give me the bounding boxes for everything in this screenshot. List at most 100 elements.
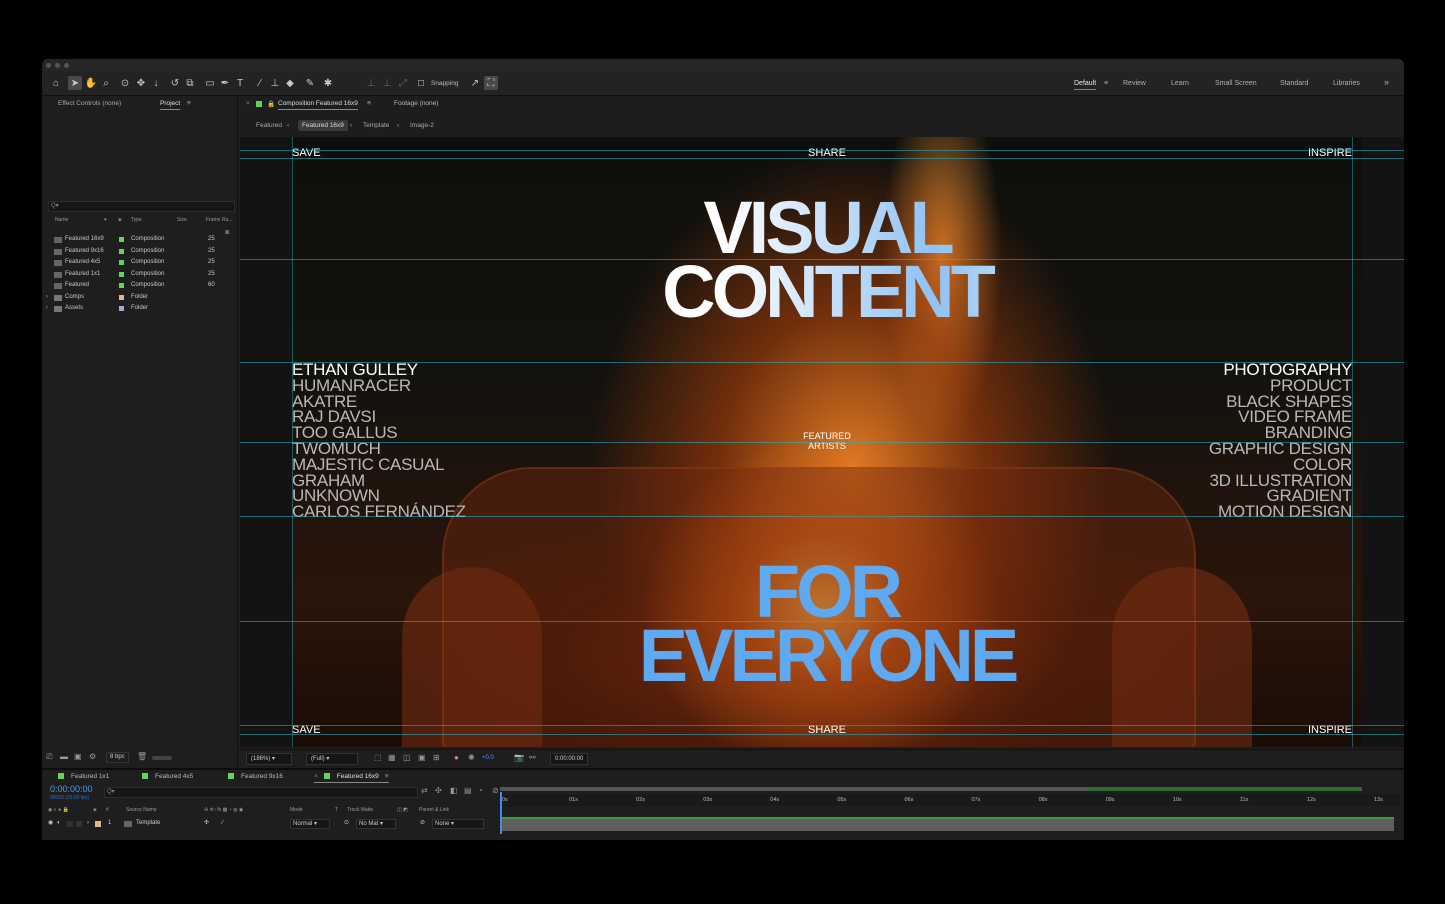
workspace-standard[interactable]: Standard: [1280, 80, 1308, 87]
parent-pickwhip-icon[interactable]: ⊘: [420, 819, 425, 828]
label-color-swatch[interactable]: [119, 306, 124, 311]
work-area-bar[interactable]: [500, 787, 1090, 791]
time-ruler[interactable]: 0s 01s 02s 03s 04s 05s 06s 07s 08s 09s 10s 11s 12s 13…: [500, 794, 1400, 806]
minimize-window-dot[interactable]: [55, 63, 60, 68]
close-tab-icon[interactable]: ×: [314, 773, 318, 780]
guide-line[interactable]: [240, 158, 1404, 159]
sort-icon[interactable]: ▾: [104, 217, 107, 223]
timeline-tab[interactable]: Featured 9x16: [228, 773, 283, 780]
current-time-display[interactable]: 0:00:00:00: [50, 784, 93, 794]
more-workspaces-icon[interactable]: »: [1384, 77, 1389, 87]
column-track-matte[interactable]: Track Matte: [347, 807, 373, 813]
brush-tool-icon[interactable]: ∕: [253, 76, 267, 90]
axis-icon[interactable]: ⤢: [396, 76, 410, 90]
dolly-camera-icon[interactable]: ↓: [149, 76, 163, 90]
align-icon[interactable]: ⊥: [364, 76, 378, 90]
column-source-name[interactable]: Source Name: [126, 807, 157, 813]
eye-icon[interactable]: ◉: [48, 819, 53, 828]
tab-effect-controls[interactable]: Effect Controls (none): [58, 100, 121, 107]
viewer-canvas[interactable]: SAVE SHARE INSPIRE VISUAL CONTENT ETHAN …: [240, 137, 1404, 747]
draft-3d-icon[interactable]: ✣: [435, 786, 442, 795]
project-settings-icon[interactable]: ⚙: [89, 752, 96, 761]
project-item[interactable]: Featured 1x1 Composition 25: [48, 269, 233, 280]
show-snapshot-icon[interactable]: ⚯: [529, 753, 536, 762]
project-item[interactable]: Featured 4x5 Composition 25: [48, 257, 233, 268]
channel-icon[interactable]: ●: [454, 753, 459, 762]
viewer-menu-icon[interactable]: ≡: [367, 100, 371, 107]
new-composition-icon[interactable]: ▣: [74, 752, 82, 761]
label-color-swatch[interactable]: [119, 248, 124, 254]
thumbnail-slider[interactable]: [152, 756, 172, 760]
preserve-transparency-icon[interactable]: ⊙: [344, 819, 349, 828]
breadcrumb-image-2[interactable]: Image-2: [406, 120, 438, 131]
project-item[interactable]: Featured 16x9 Composition 25: [48, 234, 233, 245]
breadcrumb-featured-16x9[interactable]: Featured 16x9: [298, 120, 348, 131]
eraser-tool-icon[interactable]: ◆: [283, 76, 297, 90]
clone-stamp-icon[interactable]: ⊥: [268, 76, 282, 90]
type-tool-icon[interactable]: T: [233, 76, 247, 90]
breadcrumb-template[interactable]: Template: [359, 120, 393, 131]
tab-composition[interactable]: Composition Featured 16x9: [278, 100, 358, 110]
workspace-small-screen[interactable]: Small Screen: [1215, 80, 1257, 87]
blend-mode-select[interactable]: Normal ▾: [290, 819, 330, 829]
project-item[interactable]: › Assets Folder: [46, 303, 233, 314]
solo-toggle[interactable]: [67, 821, 73, 827]
graph-editor-icon[interactable]: ⊘: [492, 786, 499, 795]
label-color-swatch[interactable]: [119, 260, 124, 265]
orbit-camera-icon[interactable]: ⊙: [118, 76, 132, 90]
timeline-tab[interactable]: Featured 1x1: [58, 773, 109, 780]
layer-name[interactable]: Template: [136, 819, 160, 828]
guide-line[interactable]: [240, 150, 1404, 151]
motion-blur-icon[interactable]: ◔: [478, 786, 483, 795]
guide-line[interactable]: [1352, 137, 1353, 747]
zoom-window-dot[interactable]: [64, 63, 69, 68]
guide-line[interactable]: [240, 259, 1404, 260]
exposure-reset-icon[interactable]: ✺: [468, 753, 475, 762]
guide-line[interactable]: [240, 621, 1404, 622]
snap-features-icon[interactable]: ⛶: [484, 76, 498, 90]
workspace-review[interactable]: Review: [1123, 80, 1146, 87]
guide-line[interactable]: [240, 362, 1404, 363]
guide-line[interactable]: [240, 442, 1404, 443]
column-t[interactable]: T: [335, 807, 338, 813]
panel-menu-icon[interactable]: ≡: [385, 773, 389, 780]
snap-edges-icon[interactable]: ↗: [468, 76, 482, 90]
tab-footage[interactable]: Footage (none): [394, 100, 438, 107]
track-matte-select[interactable]: No Mat ▾: [356, 819, 396, 829]
puppet-pin-icon[interactable]: ✱: [321, 76, 335, 90]
column-parent-link[interactable]: Parent & Link: [419, 807, 449, 813]
guide-line[interactable]: [240, 734, 1404, 735]
timeline-tab[interactable]: × Featured 16x9 ≡: [314, 773, 389, 783]
label-color-swatch[interactable]: [119, 283, 124, 288]
label-column-icon[interactable]: ◈: [118, 217, 122, 223]
region-of-interest-icon[interactable]: ⬚: [374, 753, 382, 762]
column-name[interactable]: Name: [55, 217, 68, 223]
new-folder-icon[interactable]: ▬: [60, 752, 68, 761]
timeline-tab[interactable]: Featured 4x5: [142, 773, 193, 780]
project-search-input[interactable]: Q▾: [48, 201, 235, 212]
resolution-select[interactable]: (Full) ▾: [306, 753, 358, 765]
workspace-learn[interactable]: Learn: [1171, 80, 1189, 87]
workspace-default[interactable]: Default: [1074, 80, 1097, 90]
flowchart-icon[interactable]: ⧈: [225, 229, 229, 237]
snapshot-icon[interactable]: 📷: [514, 753, 524, 762]
close-tab-icon[interactable]: ×: [246, 100, 250, 107]
shy-layers-icon[interactable]: ◧: [450, 786, 458, 795]
collapse-switch-icon[interactable]: ✣: [204, 819, 209, 828]
roto-brush-icon[interactable]: ✎: [303, 76, 317, 90]
home-icon[interactable]: ⌂: [49, 76, 63, 90]
guide-line[interactable]: [292, 137, 293, 747]
label-color-swatch[interactable]: [119, 294, 124, 300]
trash-icon[interactable]: 🗑: [137, 752, 147, 761]
pan-camera-icon[interactable]: ✥: [134, 76, 148, 90]
snapping-checkbox[interactable]: ☐: [414, 76, 428, 90]
workspace-menu-icon[interactable]: ≡: [1104, 80, 1108, 87]
rotation-tool-icon[interactable]: ↺: [168, 76, 182, 90]
workspace-libraries[interactable]: Libraries: [1333, 80, 1360, 87]
anchor-tool-icon[interactable]: ⧉: [183, 76, 197, 90]
label-color-swatch[interactable]: [119, 271, 124, 277]
label-color-swatch[interactable]: [119, 237, 124, 242]
project-item[interactable]: Featured Composition 60: [48, 280, 233, 291]
guide-line[interactable]: [240, 725, 1404, 726]
expand-chevron-icon[interactable]: ›: [46, 303, 48, 314]
